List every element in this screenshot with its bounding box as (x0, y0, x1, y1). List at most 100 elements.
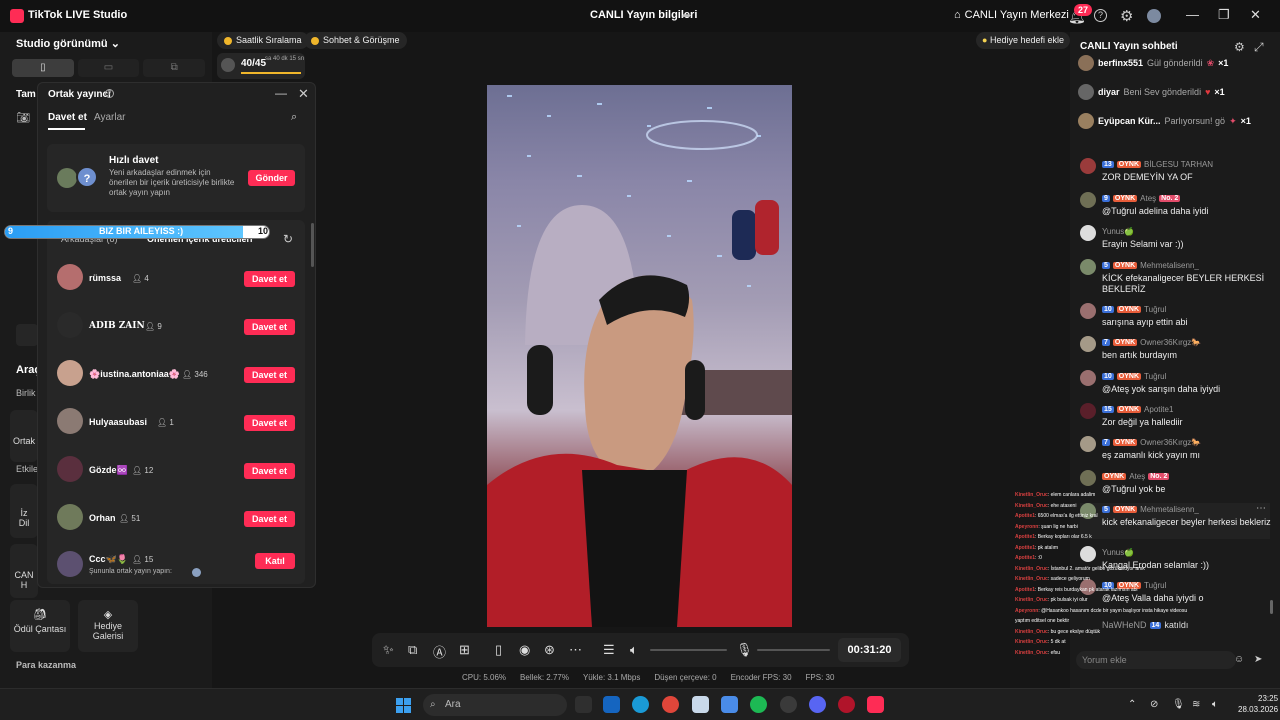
invite-button[interactable]: Davet et (244, 271, 295, 287)
chat-user[interactable]: Ateş (1140, 194, 1156, 203)
mic-tray-icon[interactable]: 🎙︎ (1172, 699, 1185, 710)
settings-app-icon[interactable] (692, 696, 709, 713)
popout-icon[interactable]: ⤢ (1254, 40, 1264, 55)
send-icon[interactable]: ➤ (1254, 654, 1262, 665)
system-clock[interactable]: 23:25 28.03.2026 (1238, 693, 1278, 715)
camera-icon[interactable]: 📷︎ (16, 111, 30, 124)
steam-icon[interactable] (780, 696, 797, 713)
chat-message: 7 OYNK Owner36Kırgz🐎 ben artık burdayım (1080, 336, 1270, 366)
copilot-icon[interactable] (721, 696, 738, 713)
profile-avatar[interactable] (1147, 9, 1161, 23)
chat-user[interactable]: Yunus🍏 (1102, 227, 1134, 236)
mic-volume-slider[interactable] (757, 649, 830, 651)
rank-badge: No. 2 (1159, 195, 1181, 202)
windows-start-icon[interactable] (396, 698, 411, 713)
help-icon[interactable]: ? (1094, 9, 1107, 22)
gift-gallery-card[interactable]: ◈ Hediye Galerisi (78, 600, 138, 652)
hourly-ranking-chip[interactable]: Saatlik Sıralama (217, 32, 309, 49)
chrome-icon[interactable] (662, 696, 679, 713)
add-source-icon[interactable]: ⊞ (459, 642, 470, 658)
minimize-window-icon[interactable]: — (1186, 7, 1199, 22)
cohost-help-icon[interactable]: ? (105, 89, 114, 98)
watch-tool-label: İz (20, 508, 28, 518)
cohost-tool-card[interactable]: Ortak (10, 410, 38, 462)
magic-wand-icon[interactable]: ✨︎ (383, 642, 394, 658)
chat-scrollbar[interactable] (1270, 600, 1273, 614)
chat-user[interactable]: Mehmetalisenn_ (1140, 261, 1199, 270)
level-badge: 5 (1102, 262, 1110, 269)
more-options-icon[interactable]: ⋯ (1256, 503, 1266, 514)
task-view-icon[interactable] (575, 696, 592, 713)
studio-view-dropdown[interactable]: Studio görünümü ⌄ (16, 37, 120, 50)
close-icon[interactable]: ✕ (298, 86, 309, 102)
progress-card[interactable]: 40/45 sa 40 dk 15 sn (217, 53, 305, 79)
invite-button[interactable]: Davet et (244, 367, 295, 383)
chat-user[interactable]: Owner36Kırgz🐎 (1140, 338, 1201, 347)
chat-user[interactable]: Owner36Kırgz🐎 (1140, 438, 1201, 447)
invite-button[interactable]: Davet et (244, 511, 295, 527)
rank-badge: No. 2 (1148, 473, 1170, 480)
tiktok-app-icon[interactable] (867, 696, 884, 713)
avatar (57, 456, 83, 482)
landscape-button[interactable]: ▭ (77, 59, 140, 77)
chat-match-chip[interactable]: Sohbet & Görüşme (304, 32, 407, 49)
invite-button[interactable]: Davet et (244, 463, 295, 479)
volume-icon[interactable]: 🔈︎ (1212, 699, 1218, 710)
feed-line: Apotite1: pk atalım (1015, 545, 1058, 551)
network-icon[interactable]: ⊘ (1150, 699, 1158, 710)
gift-goal-chip[interactable]: ● Hediye hedefi ekle (976, 32, 1071, 49)
portrait-button[interactable]: ▯ (12, 59, 74, 77)
live-center-link[interactable]: ⌂ CANLI Yayın Merkezi (954, 9, 1069, 21)
phone-icon[interactable]: ▯ (495, 642, 502, 658)
chat-user[interactable]: Apotite1 (1144, 405, 1173, 414)
feed-user: Apotite1 (1015, 555, 1035, 561)
live-tool-card[interactable]: CAN H (10, 544, 38, 598)
live-video-preview[interactable] (487, 85, 792, 627)
dual-button[interactable]: ⧉ (143, 59, 206, 77)
edge-icon[interactable] (632, 696, 649, 713)
list-item: Gözde♾️ 👤︎ 12 Davet et (57, 456, 297, 486)
search-icon[interactable]: ⌕ (291, 111, 297, 124)
scrollbar[interactable] (311, 223, 314, 267)
chat-user[interactable]: Tuğrul (1144, 372, 1166, 381)
ai-icon[interactable]: Ⓐ (433, 642, 446, 661)
more-icon[interactable]: ⋯ (569, 642, 582, 658)
chat-user[interactable]: BİLGESU TARHAN (1144, 160, 1213, 169)
settings-gear-icon[interactable]: ⚙ (1120, 7, 1133, 25)
share-icon[interactable]: ➦ (682, 9, 694, 22)
team-badge: OYNK (1112, 439, 1138, 446)
outlook-icon[interactable] (603, 696, 620, 713)
chevron-up-icon[interactable]: ⌃ (1128, 699, 1136, 710)
refresh-icon[interactable]: ↻ (283, 232, 293, 246)
spotify-icon[interactable] (750, 696, 767, 713)
source-card[interactable] (16, 324, 38, 346)
minimize-icon[interactable]: — (275, 86, 287, 100)
join-button[interactable]: Katıl (255, 553, 295, 569)
reward-bag-card[interactable]: 🎒︎ Ödül Çantası (10, 600, 70, 652)
media-app-icon[interactable] (838, 696, 855, 713)
record-icon[interactable]: ◉ (519, 642, 530, 658)
invite-button[interactable]: Davet et (244, 319, 295, 335)
tab-settings[interactable]: Ayarlar (94, 112, 126, 123)
tiktok-logo-icon (10, 9, 24, 23)
list-item: ADIB ZAIN 👤︎ 9 Davet et (57, 312, 297, 342)
effects-icon[interactable]: ⧉ (408, 642, 417, 658)
maximize-window-icon[interactable]: ❐ (1218, 7, 1230, 23)
speaker-icon[interactable]: 🔈︎ (630, 642, 638, 658)
invite-button[interactable]: Davet et (244, 415, 295, 431)
speaker-volume-slider[interactable] (650, 649, 727, 651)
mixer-icon[interactable]: ☰ (603, 642, 615, 658)
taskbar-search[interactable]: ⌕ Ara (423, 694, 567, 716)
wifi-icon[interactable]: ≋ (1192, 699, 1200, 710)
send-invite-button[interactable]: Gönder (248, 170, 295, 186)
interaction-tool-card[interactable]: İz Dil (10, 484, 38, 538)
tab-invite[interactable]: Davet et (48, 112, 87, 123)
chat-user[interactable]: Tuğrul (1144, 305, 1166, 314)
team-badge: OYNK (1116, 373, 1142, 380)
close-window-icon[interactable]: ✕ (1250, 7, 1261, 23)
chat-settings-icon[interactable]: ⚙ (1234, 40, 1245, 54)
mic-icon[interactable]: 🎙︎ (736, 642, 753, 658)
capture-icon[interactable]: ⊛ (544, 642, 555, 658)
discord-icon[interactable] (809, 696, 826, 713)
chat-user[interactable]: Ateş (1129, 472, 1145, 481)
